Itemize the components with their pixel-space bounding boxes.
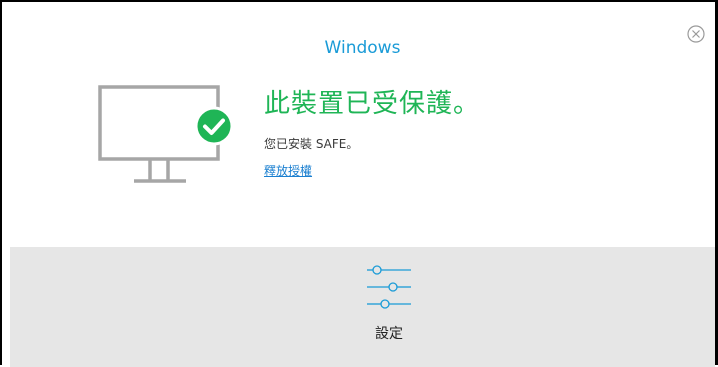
window-title: Windows: [324, 38, 401, 58]
release-license-link[interactable]: 釋放授權: [264, 163, 312, 179]
monitor-illustration: [98, 85, 238, 189]
app-window: Windows 此裝置已受保護。 您已安裝 SAFE。 釋放授權 設定: [0, 0, 718, 367]
installed-product-text: 您已安裝 SAFE。: [264, 137, 359, 151]
monitor-icon: [98, 85, 234, 183]
sliders-icon: [367, 265, 411, 309]
settings-button[interactable]: 設定: [347, 263, 431, 349]
checkmark-badge-icon: [194, 106, 234, 146]
settings-label: 設定: [375, 326, 403, 342]
protection-status-headline: 此裝置已受保護。: [264, 89, 481, 119]
close-circle-icon: [687, 25, 705, 43]
close-button[interactable]: [685, 23, 707, 45]
